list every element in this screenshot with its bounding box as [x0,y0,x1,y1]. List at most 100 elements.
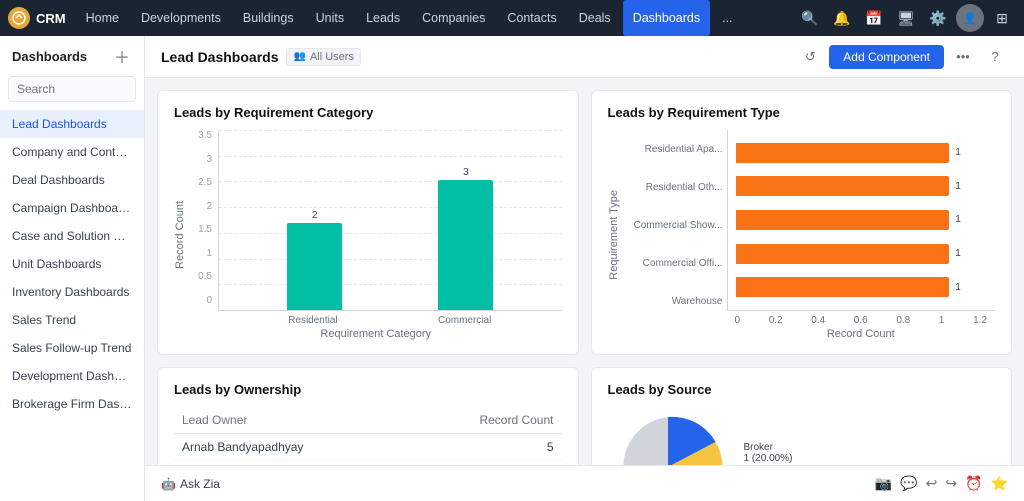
redo-icon[interactable]: ↪ [945,475,957,492]
pie-svg [608,407,728,465]
dashboard-grid: Leads by Requirement Category Record Cou… [145,78,1024,465]
y-tick-0-5: 0.5 [198,271,212,282]
y-tick-1: 1 [206,248,212,259]
x-tick-0-8: 0.8 [896,315,910,326]
all-users-label: All Users [310,51,354,63]
col-record-count: Record Count [408,407,561,434]
hbar-val-2: 1 [955,214,961,225]
hbar-val-3: 1 [955,248,961,259]
sidebar-item-company-contact[interactable]: Company and Contac... [0,138,144,166]
pie-chart [608,407,728,465]
all-users-badge[interactable]: 👥 All Users [286,48,360,66]
sidebar-item-brokerage-firm[interactable]: Brokerage Firm Dash... [0,390,144,418]
x-tick-0-2: 0.2 [769,315,783,326]
hbar-label-3: Commercial Offi... [643,258,723,269]
hbar-label-2: Commercial Show... [634,220,723,231]
nav-companies[interactable]: Companies [412,0,495,36]
nav-dashboards[interactable]: Dashboards [623,0,710,36]
undo-icon[interactable]: ↩ [926,475,938,492]
nav-more[interactable]: ... [712,0,742,36]
sidebar-item-deal-dashboards[interactable]: Deal Dashboards [0,166,144,194]
x-tick-0-4: 0.4 [811,315,825,326]
sidebar-item-campaign-dashboards[interactable]: Campaign Dashboards [0,194,144,222]
sidebar-item-sales-trend[interactable]: Sales Trend [0,306,144,334]
more-options-button[interactable]: ••• [950,44,976,70]
bottom-bar-icons: 📷 💬 ↩ ↪ ⏰ ⭐ [875,475,1008,492]
source-title: Leads by Source [608,382,996,397]
settings-icon[interactable]: ⚙️ [924,4,952,32]
owner-count: 5 [408,434,561,461]
sidebar-item-sales-followup[interactable]: Sales Follow-up Trend [0,334,144,362]
y-tick-3: 3 [206,154,212,165]
hbar-row-4: 1 [736,277,988,297]
sidebar-item-development-dashbo[interactable]: Development Dashbo... [0,362,144,390]
nav-units[interactable]: Units [306,0,354,36]
nav-home[interactable]: Home [76,0,129,36]
hbar-label-0: Residential Apa... [645,144,723,155]
hbar-bar-3 [736,244,950,264]
sidebar-item-unit-dashboards[interactable]: Unit Dashboards [0,250,144,278]
hbar-val-1: 1 [955,181,961,192]
monitor-icon[interactable]: 🖥 [892,4,920,32]
page-title: Lead Dashboards [161,49,278,65]
calendar-icon[interactable]: 📅 [860,4,888,32]
star-icon[interactable]: ⭐ [991,475,1008,492]
y-tick-1-5: 1.5 [198,224,212,235]
hbar-val-0: 1 [955,147,961,158]
app-body: Dashboards ＋ Lead Dashboards Company and… [0,36,1024,501]
x-label-residential: Residential [288,315,337,326]
req-cat-x-title: Requirement Category [190,328,562,340]
sidebar-item-inventory-dashboards[interactable]: Inventory Dashboards [0,278,144,306]
bell-icon[interactable]: 🔔 [828,4,856,32]
y-tick-2-5: 2.5 [198,177,212,188]
req-type-x-title: Record Count [727,328,996,340]
sidebar-item-case-solution[interactable]: Case and Solution Da... [0,222,144,250]
user-avatar[interactable]: 👤 [956,4,984,32]
grid-icon[interactable]: ⊞ [988,4,1016,32]
y-tick-2: 2 [206,201,212,212]
owner-name: Arnab Bandyapadhyay [174,434,408,461]
hbar-label-1: Residential Oth... [646,182,723,193]
sidebar-add-button[interactable]: ＋ [112,46,132,66]
legend-broker: Broker1 (20.00%) [744,442,800,464]
hbar-row-2: 1 [736,210,988,230]
ask-zia-button[interactable]: 🤖 Ask Zia [161,477,220,491]
zia-icon: 🤖 [161,477,176,491]
logo-icon [8,7,30,29]
nav-contacts[interactable]: Contacts [497,0,566,36]
chat-icon[interactable]: 💬 [900,475,917,492]
hbar-label-4: Warehouse [672,296,723,307]
topnav-actions: 🔍 🔔 📅 🖥 ⚙️ 👤 ⊞ [796,4,1016,32]
help-button[interactable]: ? [982,44,1008,70]
ownership-card: Leads by Ownership Lead Owner Record Cou… [157,367,579,465]
app-logo[interactable]: CRM [8,7,66,29]
requirement-type-card: Leads by Requirement Type Requirement Ty… [591,90,1013,355]
y-tick-3-5: 3.5 [198,130,212,141]
pie-legend: Broker1 (20.00%) Inbound Call1 (20.00%) [744,442,800,465]
nav-developments[interactable]: Developments [131,0,231,36]
main-content: Lead Dashboards 👥 All Users ↺ Add Compon… [145,36,1024,501]
alarm-icon[interactable]: ⏰ [965,475,982,492]
ownership-table: Lead Owner Record Count Arnab Bandyapadh… [174,407,562,461]
users-icon: 👥 [293,51,305,62]
nav-buildings[interactable]: Buildings [233,0,304,36]
nav-leads[interactable]: Leads [356,0,410,36]
table-row: Arnab Bandyapadhyay 5 [174,434,562,461]
sidebar-search-input[interactable] [8,76,136,102]
x-tick-0: 0 [735,315,741,326]
hbar-bar-1 [736,176,950,196]
main-header-right: ↺ Add Component ••• ? [797,44,1008,70]
refresh-button[interactable]: ↺ [797,44,823,70]
broker-label: Broker1 (20.00%) [744,442,793,464]
add-component-button[interactable]: Add Component [829,45,944,69]
requirement-category-card: Leads by Requirement Category Record Cou… [157,90,579,355]
hbar-row-0: 1 [736,143,988,163]
hbar-bar-4 [736,277,950,297]
x-tick-0-6: 0.6 [854,315,868,326]
x-tick-1-2: 1.2 [973,315,987,326]
sidebar-item-lead-dashboards[interactable]: Lead Dashboards [0,110,144,138]
req-type-y-title: Requirement Type [608,190,620,280]
search-icon[interactable]: 🔍 [796,4,824,32]
nav-deals[interactable]: Deals [569,0,621,36]
camera-icon[interactable]: 📷 [875,475,892,492]
